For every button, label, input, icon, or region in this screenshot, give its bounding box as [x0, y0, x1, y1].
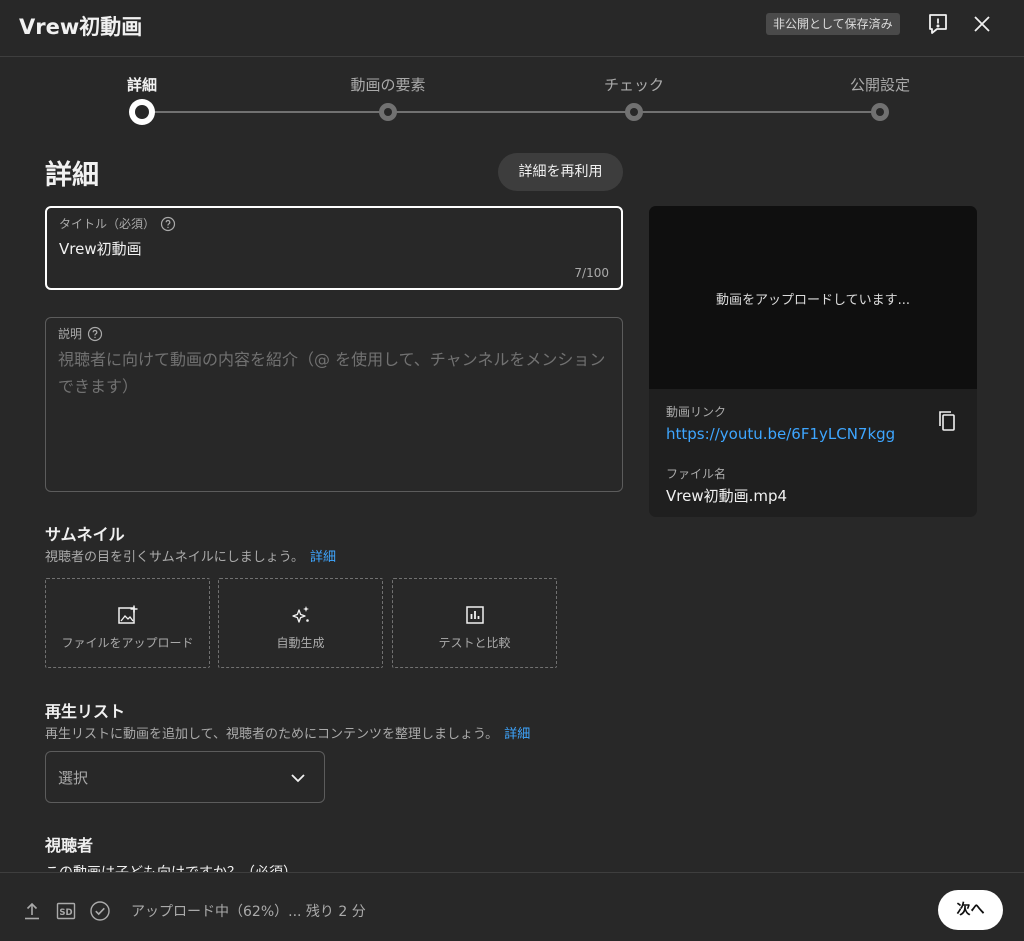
upload-thumbnail-label: ファイルをアップロード	[61, 636, 194, 650]
upload-footer: SD アップロード中（62%）... 残り 2 分 次へ	[0, 872, 1024, 941]
test-and-compare-button[interactable]: テストと比較	[392, 578, 557, 668]
saved-status-badge: 非公開として保存済み	[766, 13, 900, 35]
playlist-description: 再生リストに動画を追加して、視聴者のためにコンテンツを整理しましょう。 詳細	[45, 723, 530, 742]
upload-progress-status: アップロード中（62%）... 残り 2 分	[131, 904, 366, 920]
check-circle-icon	[90, 901, 110, 921]
playlist-heading: 再生リスト	[45, 702, 126, 721]
svg-text:SD: SD	[59, 908, 72, 918]
step-dot-details[interactable]	[129, 99, 155, 125]
step-label-checks[interactable]: チェック	[604, 74, 664, 95]
dialog-title: Vrew初動画	[19, 15, 143, 39]
playlist-description-text: 再生リストに動画を追加して、視聴者のためにコンテンツを整理しましょう。	[45, 727, 499, 742]
dialog-header: Vrew初動画 非公開として保存済み	[0, 0, 1024, 57]
video-preview-card: 動画をアップロードしています... 動画リンク https://youtu.be…	[649, 206, 977, 517]
title-field[interactable]: タイトル（必須） Vrew初動画 7/100	[45, 206, 623, 290]
thumbnail-description: 視聴者の目を引くサムネイルにしましょう。 詳細	[45, 546, 336, 565]
add-photo-icon	[117, 605, 137, 624]
upload-thumbnail-button[interactable]: ファイルをアップロード	[45, 578, 210, 668]
description-field[interactable]: 説明 視聴者に向けて動画の内容を紹介（@ を使用して、チャンネルをメンションでき…	[45, 317, 623, 492]
auto-generate-label: 自動生成	[276, 636, 325, 650]
close-icon[interactable]	[970, 12, 994, 36]
playlist-select-value: 選択	[58, 769, 89, 787]
chevron-down-icon	[291, 774, 305, 783]
step-label-video-elements[interactable]: 動画の要素	[350, 74, 425, 95]
title-input[interactable]: Vrew初動画	[59, 238, 142, 259]
title-field-label-row: タイトル（必須）	[59, 215, 176, 232]
thumbnail-description-text: 視聴者の目を引くサムネイルにしましょう。	[45, 550, 304, 565]
description-field-label-row: 説明	[58, 325, 103, 342]
sparkle-icon	[291, 606, 309, 623]
thumbnail-heading: サムネイル	[45, 525, 125, 544]
help-icon[interactable]	[160, 216, 176, 232]
thumbnail-learn-more-link[interactable]: 詳細	[310, 550, 336, 565]
description-input[interactable]: 視聴者に向けて動画の内容を紹介（@ を使用して、チャンネルをメンションできます）	[58, 346, 610, 400]
copy-icon[interactable]	[935, 409, 959, 433]
video-link[interactable]: https://youtu.be/6F1yLCN7kgg	[666, 425, 895, 443]
upload-icon	[25, 902, 39, 920]
file-name-label: ファイル名	[666, 467, 727, 481]
stepper-track	[142, 111, 880, 113]
step-dot-video-elements[interactable]	[379, 103, 397, 121]
test-and-compare-label: テストと比較	[438, 636, 511, 650]
next-button[interactable]: 次へ	[938, 890, 1003, 930]
reuse-details-button[interactable]: 詳細を再利用	[498, 153, 623, 191]
bar-chart-icon	[465, 606, 484, 624]
playlist-select[interactable]: 選択	[45, 751, 325, 803]
upload-status-text: 動画をアップロードしています...	[715, 293, 910, 308]
description-field-label: 説明	[58, 327, 83, 341]
video-link-label: 動画リンク	[666, 405, 727, 419]
step-dot-checks[interactable]	[625, 103, 643, 121]
audience-heading: 視聴者	[45, 836, 94, 855]
step-dot-visibility[interactable]	[871, 103, 889, 121]
details-heading: 詳細	[45, 160, 99, 191]
upload-stepper: 詳細 動画の要素 チェック 公開設定	[0, 57, 1024, 137]
title-char-counter: 7/100	[574, 266, 609, 280]
sd-quality-icon: SD	[56, 902, 76, 920]
playlist-learn-more-link[interactable]: 詳細	[504, 727, 530, 742]
step-label-visibility[interactable]: 公開設定	[850, 74, 910, 95]
feedback-icon[interactable]	[926, 12, 950, 36]
file-name-value: Vrew初動画.mp4	[666, 487, 788, 505]
auto-generate-thumbnail-button[interactable]: 自動生成	[218, 578, 383, 668]
title-field-label: タイトル（必須）	[59, 217, 156, 231]
step-label-details[interactable]: 詳細	[127, 74, 157, 95]
video-preview-player: 動画をアップロードしています...	[649, 206, 977, 389]
help-icon[interactable]	[87, 326, 103, 342]
